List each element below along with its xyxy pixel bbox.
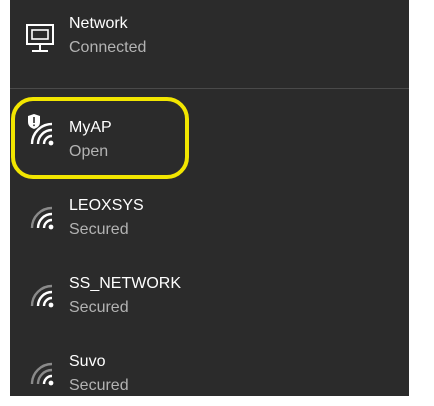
network-status: Secured bbox=[69, 377, 129, 394]
wifi-signal-icon bbox=[24, 354, 60, 388]
network-status: Secured bbox=[69, 221, 129, 238]
network-name: SS_NETWORK bbox=[69, 275, 182, 292]
wifi-signal-icon bbox=[24, 276, 60, 310]
highlight-annotation bbox=[11, 97, 189, 179]
wifi-item-leoxsys[interactable]: LEOXSYS Secured bbox=[10, 182, 409, 260]
network-name: LEOXSYS bbox=[69, 197, 144, 214]
wifi-item-suvo[interactable]: Suvo Secured bbox=[10, 338, 409, 396]
ethernet-network-icon bbox=[24, 22, 60, 56]
screenshot-frame: Network Connected MyAP Open LEOXSYS Secu… bbox=[0, 0, 434, 406]
network-name: Suvo bbox=[69, 353, 106, 370]
network-flyout-panel: Network Connected MyAP Open LEOXSYS Secu… bbox=[10, 0, 409, 396]
network-status: Connected bbox=[69, 39, 147, 56]
network-name: Network bbox=[69, 15, 128, 32]
section-divider bbox=[10, 88, 409, 89]
ethernet-network-item[interactable]: Network Connected bbox=[10, 0, 409, 78]
wifi-signal-icon bbox=[24, 198, 60, 232]
wifi-item-ss-network[interactable]: SS_NETWORK Secured bbox=[10, 260, 409, 338]
network-status: Secured bbox=[69, 299, 129, 316]
